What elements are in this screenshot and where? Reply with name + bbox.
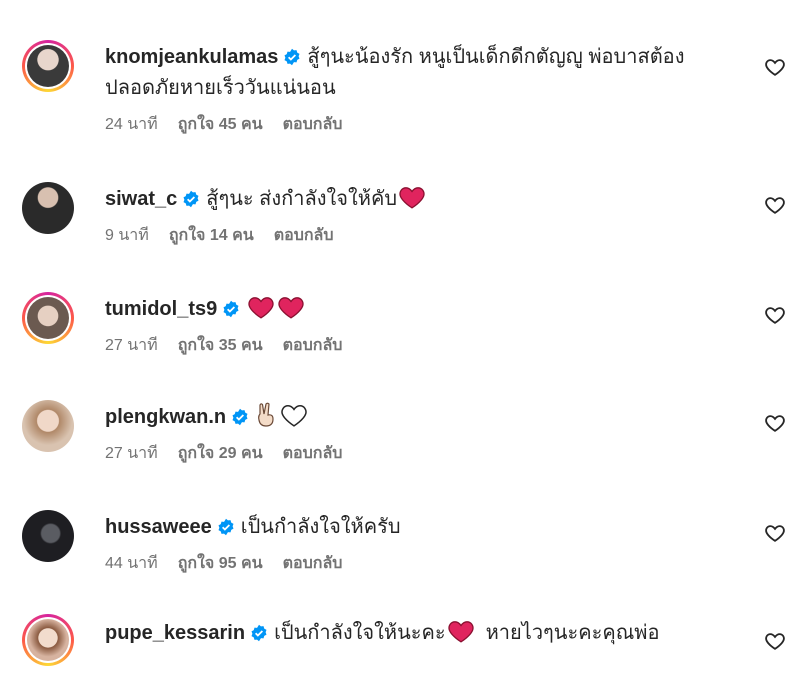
comment-time: 27 นาที	[105, 445, 158, 462]
verified-badge-icon	[223, 300, 239, 318]
verified-badge-icon	[183, 190, 199, 208]
comment-meta: 24 นาที ถูกใจ 45 คน ตอบกลับ	[105, 112, 740, 137]
comment-likes[interactable]: ถูกใจ 29 คน	[178, 441, 263, 466]
reply-button[interactable]: ตอบกลับ	[283, 441, 343, 466]
reply-button[interactable]: ตอบกลับ	[274, 223, 334, 248]
comment-body: plengkwan.n 27 นาที ถูกใจ 29 คน ตอบกลับ	[105, 402, 740, 466]
comment-text: เป็นกำลังใจให้ครับ	[240, 516, 401, 538]
avatar[interactable]	[22, 400, 74, 452]
comment-username[interactable]: pupe_kessarin	[105, 622, 245, 644]
verified-badge-icon	[251, 624, 267, 642]
comment-username[interactable]: plengkwan.n	[105, 406, 226, 428]
victory-hand-emoji	[258, 402, 274, 427]
verified-badge-icon	[232, 408, 248, 426]
comment-body: hussaweee เป็นกำลังใจให้ครับ 44 นาที ถูกใ…	[105, 512, 740, 576]
comment-likes[interactable]: ถูกใจ 45 คน	[178, 112, 263, 137]
red-heart-emoji	[448, 621, 474, 643]
comment-meta: 27 นาที ถูกใจ 29 คน ตอบกลับ	[105, 441, 740, 466]
avatar[interactable]	[22, 292, 74, 344]
comment-meta: 27 นาที ถูกใจ 35 คน ตอบกลับ	[105, 333, 740, 358]
comment-body: pupe_kessarin เป็นกำลังใจให้นะคะ หายไวๆนะค…	[105, 618, 740, 649]
comment-likes[interactable]: ถูกใจ 14 คน	[169, 223, 254, 248]
comment-text: เป็นกำลังใจให้นะคะ	[274, 622, 446, 644]
reply-button[interactable]: ตอบกลับ	[283, 333, 343, 358]
avatar[interactable]	[22, 614, 74, 666]
red-heart-emoji	[278, 297, 304, 319]
heart-outline-icon[interactable]	[764, 630, 786, 652]
heart-outline-icon[interactable]	[764, 412, 786, 434]
verified-badge-icon	[284, 48, 300, 66]
avatar[interactable]	[22, 182, 74, 234]
heart-outline-icon[interactable]	[764, 304, 786, 326]
comment-time: 9 นาที	[105, 227, 149, 244]
comment-likes[interactable]: ถูกใจ 95 คน	[178, 551, 263, 576]
heart-outline-icon[interactable]	[764, 522, 786, 544]
red-heart-emoji	[248, 297, 274, 319]
avatar[interactable]	[22, 40, 74, 92]
comment-username[interactable]: hussaweee	[105, 516, 212, 538]
white-heart-emoji	[281, 405, 307, 427]
avatar[interactable]	[22, 510, 74, 562]
comment-likes[interactable]: ถูกใจ 35 คน	[178, 333, 263, 358]
red-heart-emoji	[399, 187, 425, 209]
heart-outline-icon[interactable]	[764, 194, 786, 216]
comment-time: 44 นาที	[105, 555, 158, 572]
comment-username[interactable]: tumidol_ts9	[105, 298, 217, 320]
comment-body: siwat_c สู้ๆนะ ส่งกำลังใจให้คับ 9 นาที ถู…	[105, 184, 740, 248]
comment-text: หายไวๆนะคะคุณพ่อ	[485, 622, 660, 644]
comment-time: 27 นาที	[105, 337, 158, 354]
comment-body: tumidol_ts9 27 นาที ถูกใจ 35 คน ตอบกลับ	[105, 294, 740, 358]
comment-time: 24 นาที	[105, 116, 158, 133]
comment-username[interactable]: siwat_c	[105, 188, 177, 210]
verified-badge-icon	[218, 518, 234, 536]
comment-meta: 9 นาที ถูกใจ 14 คน ตอบกลับ	[105, 223, 740, 248]
reply-button[interactable]: ตอบกลับ	[283, 551, 343, 576]
reply-button[interactable]: ตอบกลับ	[283, 112, 343, 137]
comment-meta: 44 นาที ถูกใจ 95 คน ตอบกลับ	[105, 551, 740, 576]
heart-outline-icon[interactable]	[764, 56, 786, 78]
comment-username[interactable]: knomjeankulamas	[105, 46, 278, 68]
comment-body: knomjeankulamas สู้ๆนะน้องรัก หนูเป็นเด็ก…	[105, 42, 740, 137]
comment-text: สู้ๆนะ ส่งกำลังใจให้คับ	[206, 188, 398, 210]
